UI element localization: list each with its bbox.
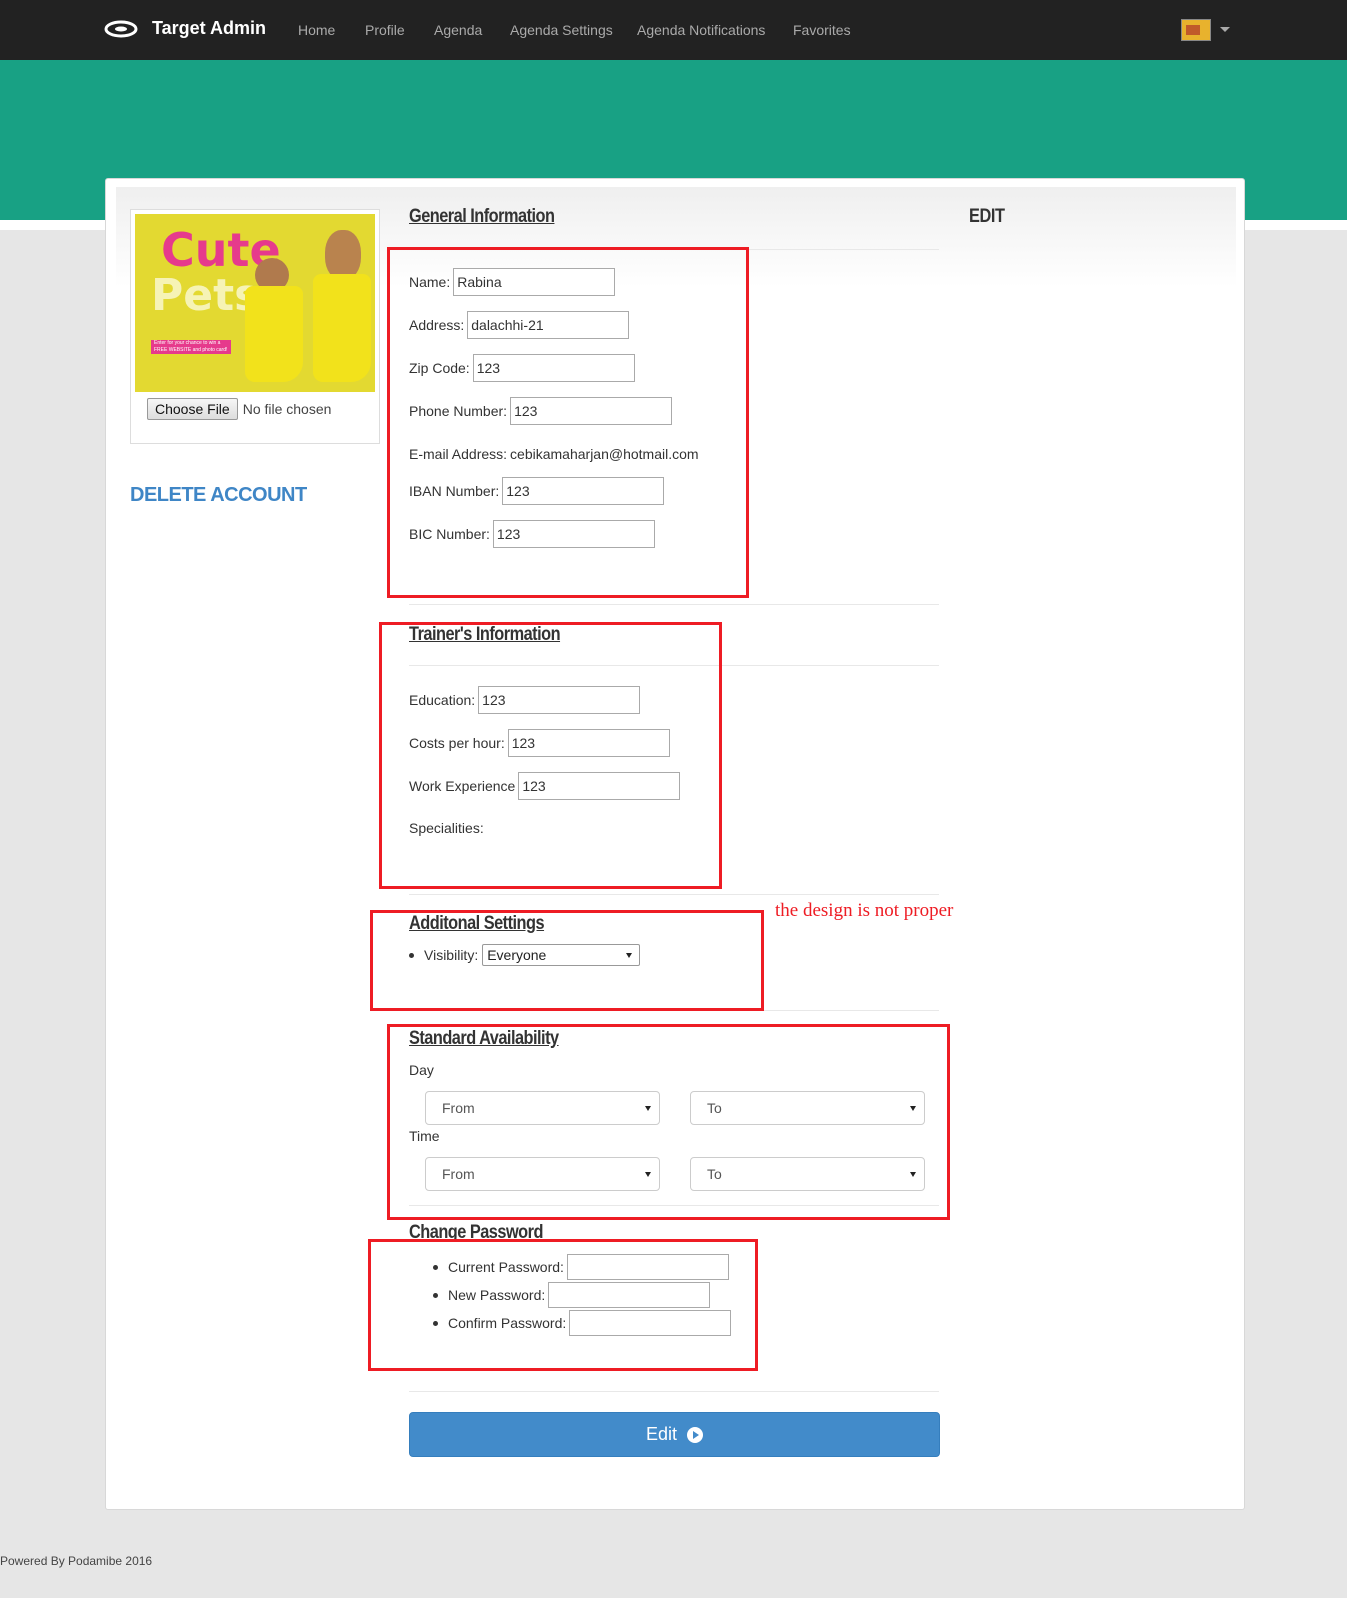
user-menu-caret-icon[interactable] [1220, 27, 1230, 32]
edit-submit-button[interactable]: Edit [409, 1412, 940, 1457]
footer-credit: Powered By Podamibe 2016 [0, 1554, 153, 1568]
top-navbar: Target Admin Home Profile Agenda Agenda … [0, 0, 1347, 60]
boot-right-image [313, 274, 371, 382]
divider [409, 894, 939, 895]
nav-home[interactable]: Home [298, 22, 335, 38]
annotation-box-additional [370, 910, 764, 1011]
annotation-box-availability [387, 1024, 950, 1220]
brand[interactable]: Target Admin [104, 18, 266, 39]
divider [409, 1391, 939, 1392]
brand-logo-icon [104, 20, 138, 37]
nav-agenda-settings[interactable]: Agenda Settings [510, 22, 613, 38]
circle-arrow-right-icon [687, 1426, 704, 1443]
kitten-right-image [325, 230, 361, 280]
annotation-box-general [387, 247, 749, 598]
photo-promo: Enter for your chance to win a FREE WEBS… [151, 340, 231, 354]
profile-photo: Cute Pets Enter for your chance to win a… [135, 214, 375, 392]
user-avatar[interactable] [1181, 19, 1211, 41]
boot-left-image [245, 286, 303, 382]
nav-favorites[interactable]: Favorites [793, 22, 851, 38]
edit-heading: EDIT [969, 206, 1005, 227]
nav-agenda-notifications[interactable]: Agenda Notifications [637, 22, 765, 38]
brand-name: Target Admin [152, 18, 267, 38]
general-info-title: General Information [409, 206, 555, 227]
photo-title-line2: Pets [151, 270, 261, 321]
nav-profile[interactable]: Profile [365, 22, 405, 38]
annotation-box-trainer [379, 622, 722, 889]
file-status: No file chosen [242, 401, 332, 417]
annotation-box-password [368, 1239, 758, 1371]
choose-file-button[interactable]: Choose File [147, 398, 238, 420]
nav-agenda[interactable]: Agenda [434, 22, 482, 38]
divider [409, 604, 939, 605]
file-upload: Choose File No file chosen [147, 398, 331, 420]
profile-photo-panel: Cute Pets Enter for your chance to win a… [130, 209, 380, 444]
delete-account-link[interactable]: DELETE ACCOUNT [130, 484, 307, 507]
edit-button-label: Edit [645, 1424, 678, 1444]
review-annotation-text: the design is not proper [775, 900, 954, 921]
